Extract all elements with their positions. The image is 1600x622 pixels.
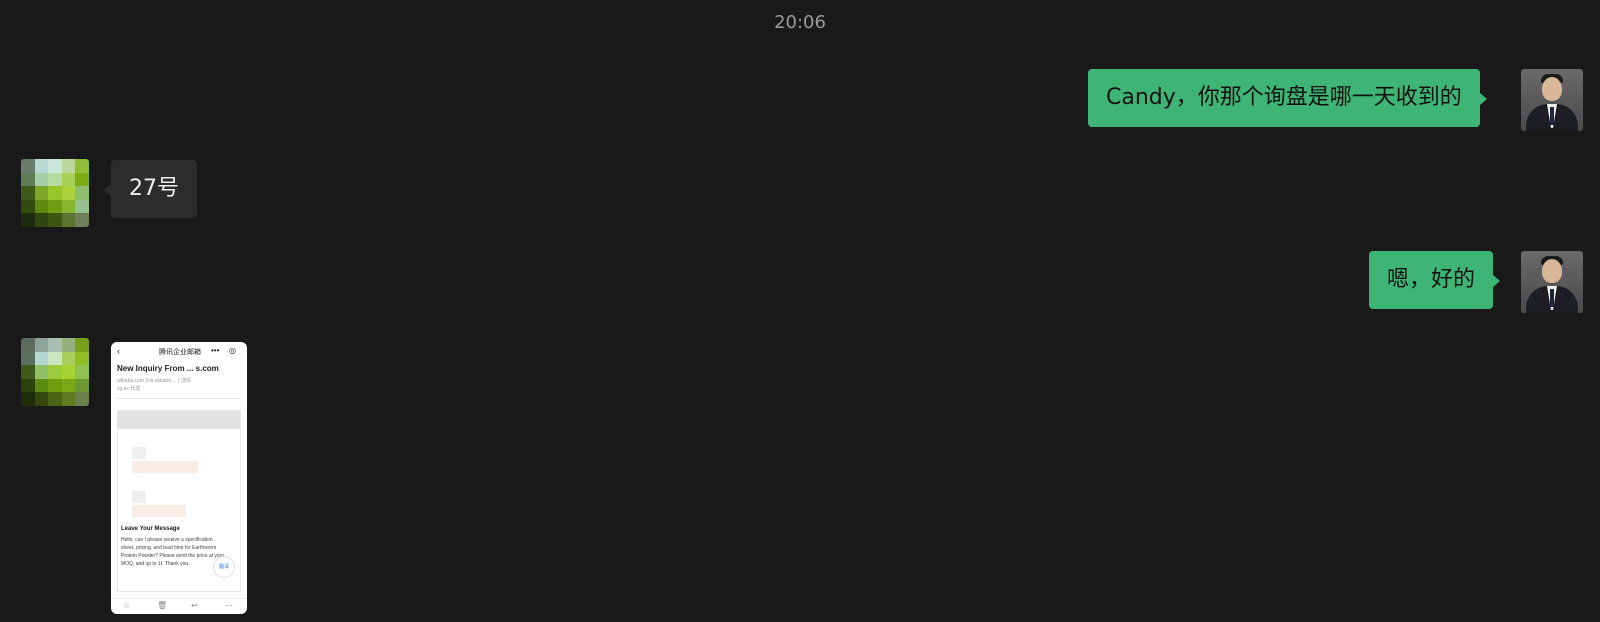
chevron-left-icon: ‹: [117, 346, 120, 356]
chat-window: 20:06 Candy，你那个询盘是哪一天收到的 27号 嗯，好的 ‹ 腾讯企业…: [0, 0, 1600, 622]
message-timestamp: 20:06: [774, 12, 826, 33]
blurred-block: [132, 505, 186, 517]
contact-avatar[interactable]: [21, 159, 89, 227]
email-sender-line: alibaba.com (via alibaba ... ) 详情: [117, 378, 191, 384]
email-body: Hello, can I please receive a specificat…: [121, 537, 225, 567]
email-subject: New Inquiry From ... s.com: [117, 364, 219, 373]
target-icon: ◎: [229, 346, 236, 355]
message-bubble-self[interactable]: Candy，你那个询盘是哪一天收到的: [1088, 69, 1487, 127]
more-icon: ···: [225, 601, 233, 610]
divider: [117, 398, 241, 399]
contact-avatar[interactable]: [21, 338, 89, 406]
phone-title: 腾讯企业邮箱: [159, 349, 201, 356]
blurred-block: [132, 491, 146, 503]
more-icon: •••: [211, 346, 220, 355]
email-sender: alibaba.com (via alibaba ... ) 详情 cg.ec …: [117, 377, 241, 393]
message-bubble-self[interactable]: 嗯，好的: [1369, 251, 1501, 309]
translate-button: 翻译: [213, 556, 235, 578]
self-avatar[interactable]: [1521, 251, 1583, 313]
leave-message-heading: Leave Your Message: [121, 526, 180, 532]
phone-header: ‹ 腾讯企业邮箱 ••• ◎: [111, 346, 247, 358]
star-icon: ☆: [123, 601, 131, 610]
reply-icon: ↩: [191, 601, 198, 610]
trash-icon: 🗑: [157, 601, 168, 610]
message-bubble-contact[interactable]: 27号: [104, 160, 197, 218]
blurred-block: [132, 461, 198, 473]
phone-bottom-bar: ☆ 🗑 ↩ ···: [111, 598, 247, 614]
email-sender-line2: cg.ec 代发: [117, 386, 141, 392]
image-message[interactable]: ‹ 腾讯企业邮箱 ••• ◎ New Inquiry From ... s.co…: [111, 342, 247, 614]
self-avatar[interactable]: [1521, 69, 1583, 131]
email-card-header: [118, 411, 240, 429]
blurred-block: [132, 447, 146, 459]
